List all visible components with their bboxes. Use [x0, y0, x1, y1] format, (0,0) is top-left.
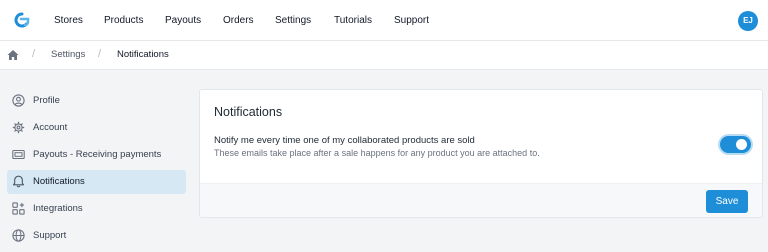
- card-title: Notifications: [214, 105, 283, 119]
- sidebar-item-profile[interactable]: Profile: [7, 89, 186, 113]
- user-circle-icon: [12, 94, 25, 107]
- setting-title: Notify me every time one of my collabora…: [214, 135, 475, 146]
- card-footer: Save: [200, 183, 762, 217]
- nav-item-stores[interactable]: Stores: [54, 15, 83, 26]
- sidebar-item-support[interactable]: Support: [7, 224, 186, 248]
- save-button[interactable]: Save: [706, 190, 748, 213]
- sales-notification-toggle[interactable]: [720, 136, 751, 153]
- sidebar-item-label: Payouts - Receiving payments: [33, 149, 162, 160]
- puzzle-icon: [12, 202, 25, 215]
- sidebar-item-payouts[interactable]: Payouts - Receiving payments: [7, 143, 186, 167]
- gear-icon: [12, 121, 25, 134]
- nav-item-tutorials[interactable]: Tutorials: [334, 15, 372, 26]
- sidebar-item-integrations[interactable]: Integrations: [7, 197, 186, 221]
- gp-logo-icon[interactable]: [12, 11, 32, 31]
- cash-icon: [12, 149, 25, 160]
- setting-description: These emails take place after a sale hap…: [214, 148, 540, 158]
- bell-icon: [12, 175, 25, 188]
- sidebar-item-label: Notifications: [33, 176, 85, 187]
- breadcrumb-settings[interactable]: Settings: [51, 49, 85, 60]
- sidebar-item-label: Account: [33, 122, 68, 133]
- breadcrumb-separator: /: [98, 48, 102, 60]
- sidebar-item-notifications[interactable]: Notifications: [7, 170, 186, 194]
- sidebar-item-label: Integrations: [33, 203, 83, 214]
- sidebar-item-label: Support: [33, 230, 67, 241]
- nav-item-payouts[interactable]: Payouts: [165, 15, 201, 26]
- notifications-card: Notifications Notify me every time one o…: [199, 89, 763, 218]
- home-icon[interactable]: [7, 49, 19, 61]
- toggle-knob: [736, 139, 747, 150]
- nav-item-settings[interactable]: Settings: [275, 15, 311, 26]
- top-navbar: Stores Products Payouts Orders Settings …: [0, 0, 768, 41]
- nav-item-products[interactable]: Products: [104, 15, 143, 26]
- globe-icon: [12, 229, 25, 242]
- sidebar-item-label: Profile: [33, 95, 60, 106]
- breadcrumb: / Settings / Notifications: [0, 41, 768, 70]
- breadcrumb-separator: /: [32, 48, 36, 60]
- nav-item-orders[interactable]: Orders: [223, 15, 254, 26]
- sidebar-item-account[interactable]: Account: [7, 116, 186, 140]
- user-avatar[interactable]: EJ: [738, 11, 758, 31]
- breadcrumb-notifications: Notifications: [117, 49, 169, 60]
- nav-item-support[interactable]: Support: [394, 15, 429, 26]
